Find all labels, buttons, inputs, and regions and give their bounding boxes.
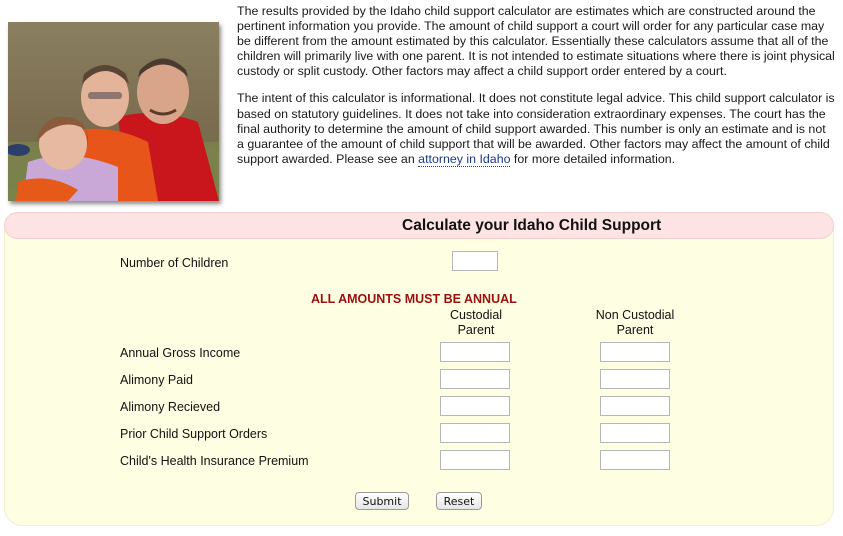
- alimony-paid-noncustodial-input[interactable]: [600, 369, 670, 389]
- alimony-received-noncustodial-input[interactable]: [600, 396, 670, 416]
- page: The results provided by the Idaho child …: [0, 0, 843, 536]
- alimony-paid-custodial-input[interactable]: [440, 369, 510, 389]
- row-label: Prior Child Support Orders: [120, 427, 268, 441]
- noncustodial-header-line2: Parent: [616, 323, 654, 337]
- row-label: Alimony Paid: [120, 373, 193, 387]
- health-insurance-noncustodial-input[interactable]: [600, 450, 670, 470]
- attorney-in-idaho-link[interactable]: attorney in Idaho: [418, 151, 511, 167]
- annual-gross-income-noncustodial-input[interactable]: [600, 342, 670, 362]
- alimony-received-custodial-input[interactable]: [440, 396, 510, 416]
- intro-paragraph-1: The results provided by the Idaho child …: [237, 4, 835, 79]
- reset-button[interactable]: Reset: [436, 492, 482, 510]
- number-of-children-input[interactable]: [452, 251, 498, 271]
- health-insurance-custodial-input[interactable]: [440, 450, 510, 470]
- row-label: Child's Health Insurance Premium: [120, 454, 309, 468]
- calculator-title: Calculate your Idaho Child Support: [402, 217, 662, 234]
- prior-child-support-noncustodial-input[interactable]: [600, 423, 670, 443]
- number-of-children-label: Number of Children: [120, 256, 229, 270]
- annual-gross-income-custodial-input[interactable]: [440, 342, 510, 362]
- intro-paragraph-2: The intent of this calculator is informa…: [237, 91, 835, 167]
- intro-text: The results provided by the Idaho child …: [237, 4, 835, 179]
- family-photo: [8, 22, 219, 201]
- prior-child-support-custodial-input[interactable]: [440, 423, 510, 443]
- intro-paragraph-2-tail: for more detailed information.: [510, 151, 676, 166]
- submit-button[interactable]: Submit: [355, 492, 409, 510]
- row-label: Alimony Recieved: [120, 400, 221, 414]
- row-label: Annual Gross Income: [120, 346, 241, 360]
- family-photo-image: [8, 22, 219, 201]
- noncustodial-parent-column-header: Non Custodial Parent: [575, 308, 695, 338]
- calculator-header: Calculate your Idaho Child Support: [4, 212, 834, 239]
- noncustodial-header-line1: Non Custodial: [595, 308, 675, 322]
- custodial-header-line1: Custodial: [449, 308, 503, 322]
- annual-amounts-notice: ALL AMOUNTS MUST BE ANNUAL: [311, 292, 517, 306]
- child-support-calculator-form: Calculate your Idaho Child Support Numbe…: [4, 212, 834, 526]
- custodial-header-line2: Parent: [457, 323, 495, 337]
- custodial-parent-column-header: Custodial Parent: [416, 308, 536, 338]
